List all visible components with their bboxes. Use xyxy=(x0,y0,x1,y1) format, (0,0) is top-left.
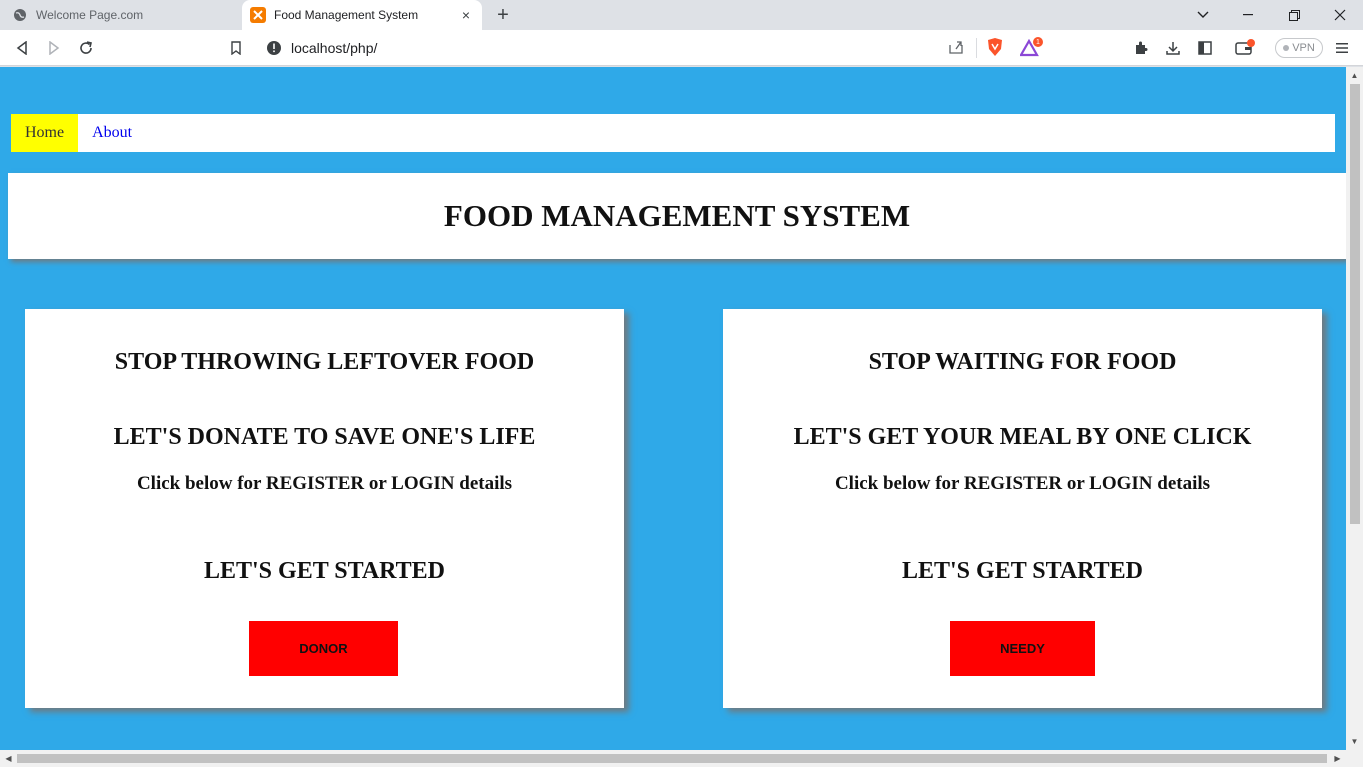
reload-button[interactable] xyxy=(74,36,98,60)
extensions-icon[interactable] xyxy=(1129,36,1153,60)
header-banner: FOOD MANAGEMENT SYSTEM xyxy=(8,173,1346,259)
globe-icon xyxy=(12,7,28,23)
top-nav: Home About xyxy=(11,114,1335,152)
needy-button[interactable]: NEEDY xyxy=(950,621,1095,676)
menu-icon[interactable] xyxy=(1330,36,1354,60)
address-bar[interactable]: localhost/php/ 1 xyxy=(258,34,1048,62)
needy-heading-2: LET'S GET YOUR MEAL BY ONE CLICK xyxy=(793,424,1252,450)
donor-subtext: Click below for REGISTER or LOGIN detail… xyxy=(136,473,513,494)
needy-heading-3: LET'S GET STARTED xyxy=(901,558,1144,584)
donor-heading-3: LET'S GET STARTED xyxy=(203,558,446,584)
donor-card: STOP THROWING LEFTOVER FOOD LET'S DONATE… xyxy=(25,309,624,708)
scroll-down-icon[interactable]: ▼ xyxy=(1346,733,1363,750)
vpn-status-dot xyxy=(1283,45,1290,51)
scroll-up-icon[interactable]: ▲ xyxy=(1346,67,1363,84)
donor-button[interactable]: DONOR xyxy=(249,621,398,676)
donor-heading-1: STOP THROWING LEFTOVER FOOD xyxy=(114,349,535,375)
minimize-button[interactable] xyxy=(1225,0,1271,30)
tab-search-icon[interactable] xyxy=(1180,0,1226,30)
rewards-badge: 1 xyxy=(1033,37,1043,47)
nav-about-link[interactable]: About xyxy=(78,114,146,152)
horizontal-scroll-thumb[interactable] xyxy=(17,754,1327,763)
tab-welcome-page[interactable]: Welcome Page.com xyxy=(0,0,240,30)
browser-toolbar: localhost/php/ 1 VPN xyxy=(0,30,1363,66)
brave-shield-icon[interactable] xyxy=(986,37,1004,62)
page-viewport: Home About FOOD MANAGEMENT SYSTEM STOP T… xyxy=(0,67,1363,767)
share-icon[interactable] xyxy=(948,39,964,60)
donor-heading-2: LET'S DONATE TO SAVE ONE'S LIFE xyxy=(113,424,536,450)
sidebar-icon[interactable] xyxy=(1193,36,1217,60)
new-tab-button[interactable]: + xyxy=(490,3,516,27)
needy-card: STOP WAITING FOR FOOD LET'S GET YOUR MEA… xyxy=(723,309,1322,708)
back-button[interactable] xyxy=(10,36,34,60)
vertical-scrollbar[interactable]: ▲ ▼ xyxy=(1346,67,1363,750)
vpn-label: VPN xyxy=(1292,42,1315,54)
close-tab-icon[interactable]: × xyxy=(456,5,476,25)
needy-subtext: Click below for REGISTER or LOGIN detail… xyxy=(834,473,1211,494)
nav-home-link[interactable]: Home xyxy=(11,114,79,152)
bookmark-icon[interactable] xyxy=(224,36,248,60)
downloads-icon[interactable] xyxy=(1161,36,1185,60)
tab-food-management[interactable]: Food Management System × xyxy=(242,0,482,30)
url-text: localhost/php/ xyxy=(291,40,378,56)
forward-button[interactable] xyxy=(42,36,66,60)
tab-title: Food Management System xyxy=(274,8,419,22)
tab-strip: Welcome Page.com Food Management System … xyxy=(0,0,1363,30)
tab-title: Welcome Page.com xyxy=(36,8,144,22)
site-info-icon[interactable] xyxy=(266,40,282,56)
omnibox-divider xyxy=(976,38,977,58)
needy-heading-1: STOP WAITING FOR FOOD xyxy=(868,349,1177,375)
close-window-button[interactable] xyxy=(1317,0,1363,30)
scroll-left-icon[interactable]: ◀ xyxy=(0,750,17,767)
horizontal-scrollbar[interactable]: ◀ ▶ xyxy=(0,750,1363,767)
xampp-icon xyxy=(250,7,266,23)
vpn-button[interactable]: VPN xyxy=(1275,38,1323,58)
restore-button[interactable] xyxy=(1271,0,1317,30)
wallet-icon[interactable] xyxy=(1233,36,1257,60)
vertical-scroll-thumb[interactable] xyxy=(1350,84,1360,524)
scroll-right-icon[interactable]: ▶ xyxy=(1329,750,1346,767)
page-title: FOOD MANAGEMENT SYSTEM xyxy=(443,198,911,233)
